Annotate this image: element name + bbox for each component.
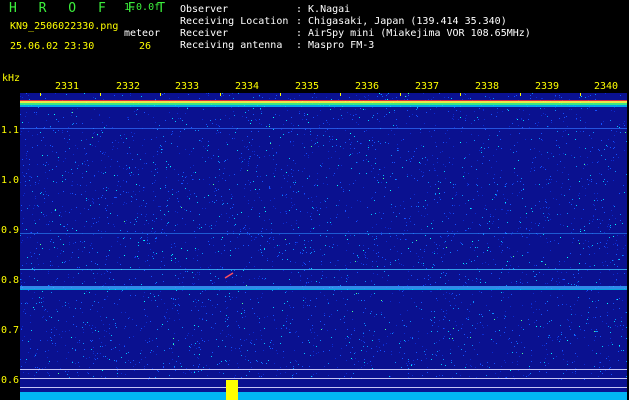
frequency-unit-label: kHz [2,73,21,84]
x-tick-label: 2336 [355,81,380,92]
y-tick-label: 1.0 [1,175,20,186]
carrier-band [20,105,627,107]
x-tick-label: 2339 [535,81,560,92]
y-tick-label: 0.9 [1,225,20,236]
x-tick-mark [520,93,521,96]
y-tick-label: 0.8 [1,275,20,286]
signal-peak [226,380,238,400]
x-tick-mark [100,93,101,96]
timestamp-label: 25.06.02 23:30 [10,41,95,52]
x-tick-mark [40,93,41,96]
carrier-band [20,101,627,103]
x-tick-mark [160,93,161,96]
carrier-band [20,378,627,379]
observer-label: Observer [180,4,229,15]
x-tick-mark [280,93,281,96]
version-label: 1.0.0f [124,2,161,13]
x-tick-mark [580,93,581,96]
x-tick-label: 2337 [415,81,440,92]
x-tick-label: 2331 [55,81,80,92]
location-label: Receiving Location [180,16,289,27]
carrier-band [20,233,627,234]
carrier-band [20,100,627,101]
antenna-value: : Maspro FM-3 [296,40,375,51]
antenna-label: Receiving antenna [180,40,283,51]
x-tick-label: 2333 [175,81,200,92]
y-tick-label: 0.7 [1,325,20,336]
observer-value: : K.Nagai [296,4,351,15]
noise-layer [20,93,627,380]
filename-label: KN9_2506022330.png [10,21,119,32]
mode-label: meteor [124,28,161,39]
x-tick-mark [220,93,221,96]
receiver-label: Receiver [180,28,229,39]
spectrogram-canvas [20,93,627,400]
carrier-band [20,269,627,270]
carrier-band [20,369,627,370]
carrier-band [20,392,627,400]
carrier-band [20,286,627,289]
spectrogram-plot[interactable] [20,93,627,400]
carrier-band [20,289,627,290]
x-tick-mark [340,93,341,96]
carrier-band [20,128,627,129]
x-tick-mark [460,93,461,96]
x-tick-label: 2334 [235,81,260,92]
y-tick-label: 1.1 [1,125,20,136]
hroft-spectrogram-screen: H R O F F T 1.0.0f KN9_2506022330.png me… [0,0,629,400]
carrier-band [20,387,627,388]
location-value: : Chigasaki, Japan (139.414 35.340) [296,16,507,27]
receiver-value: : AirSpy mini (Miakejima VOR 108.65MHz) [296,28,531,39]
tick-marks [40,93,581,96]
detection-count: 26 [139,41,152,52]
x-tick-mark [400,93,401,96]
x-tick-label: 2340 [594,81,619,92]
x-tick-label: 2338 [475,81,500,92]
carrier-band [20,103,627,105]
x-tick-label: 2335 [295,81,320,92]
meteor-echo [224,272,234,279]
y-tick-label: 0.6 [1,375,20,386]
x-tick-label: 2332 [116,81,141,92]
